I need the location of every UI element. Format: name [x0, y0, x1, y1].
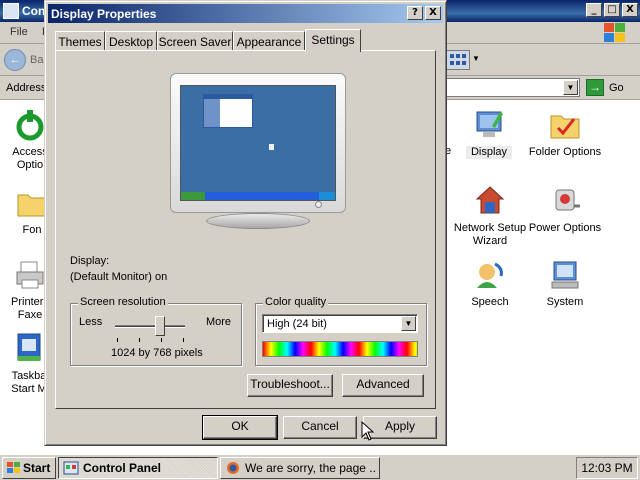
power-options-icon [548, 184, 582, 218]
taskbar-item-browser[interactable]: We are sorry, the page ... [220, 457, 380, 479]
taskbar-item-control-panel[interactable]: Control Panel [58, 457, 218, 479]
back-arrow-icon[interactable]: ← [4, 49, 26, 71]
more-label: More [205, 316, 231, 328]
cp-item-speech[interactable]: Speech [470, 258, 510, 309]
preview-taskbar [181, 192, 335, 200]
network-setup-icon [473, 184, 507, 218]
go-button[interactable]: → Go [584, 78, 636, 98]
preview-window [203, 94, 253, 128]
cp-item-display[interactable]: Display [466, 108, 512, 159]
help-button[interactable]: ? [407, 6, 423, 20]
desktop-preview [180, 85, 336, 201]
folder-options-icon [548, 108, 582, 142]
minimize-button[interactable]: _ [586, 3, 602, 17]
taskbar-item-label: We are sorry, the page ... [245, 461, 377, 475]
windows-logo-icon [7, 462, 21, 474]
views-grid-icon[interactable] [446, 50, 470, 70]
monitor-power-icon [315, 201, 322, 208]
cp-item-system[interactable]: System [545, 258, 585, 309]
resolution-slider-track[interactable] [115, 325, 185, 328]
dialog-titlebar[interactable]: Display Properties ? X [48, 4, 443, 23]
cp-item-folder-options[interactable]: Folder Options [527, 108, 603, 159]
dialog-close-button[interactable]: X [425, 6, 441, 20]
clock[interactable]: 12:03 PM [576, 457, 638, 479]
display-icon [472, 108, 506, 142]
tab-settings[interactable]: Settings [305, 29, 361, 52]
monitor-preview [170, 73, 346, 233]
ok-button[interactable]: OK [202, 415, 278, 440]
preview-cursor-icon [269, 144, 274, 150]
firefox-icon [227, 462, 239, 474]
cp-item-label: System [546, 296, 584, 308]
cp-item-power-options[interactable]: Power Options [528, 184, 602, 235]
cp-item-label: Display [466, 146, 512, 159]
color-quality-group: Color quality High (24 bit) ▼ [255, 296, 427, 366]
back-button-label[interactable]: Ba [30, 54, 43, 66]
taskbar-icon [12, 332, 46, 366]
tab-appearance[interactable]: Appearance [233, 31, 305, 51]
taskbar-item-label: Control Panel [83, 461, 162, 475]
color-quality-legend: Color quality [263, 296, 329, 308]
display-properties-dialog: Display Properties ? X Themes Desktop Sc… [44, 0, 447, 446]
color-quality-value: High (24 bit) [267, 318, 327, 330]
cp-item-label: Power Options [528, 222, 602, 234]
maximize-button[interactable]: □ [604, 3, 620, 17]
views-dropdown-arrow-icon[interactable]: ▼ [472, 54, 480, 63]
tab-screen-saver[interactable]: Screen Saver [157, 31, 233, 51]
mouse-cursor-icon [361, 421, 375, 441]
color-quality-select[interactable]: High (24 bit) ▼ [262, 314, 418, 333]
system-icon [548, 258, 582, 292]
windows-logo-icon [602, 22, 628, 43]
resolution-slider-thumb[interactable] [155, 316, 165, 336]
go-label: Go [609, 82, 624, 94]
screen-resolution-legend: Screen resolution [78, 296, 168, 308]
menu-file[interactable]: File [10, 26, 28, 38]
less-label: Less [79, 316, 103, 328]
monitor-stand [206, 213, 310, 229]
cp-item-label: Speech [471, 296, 509, 308]
close-button[interactable]: X [622, 3, 638, 17]
troubleshoot-button[interactable]: Troubleshoot... [247, 374, 333, 397]
dialog-title: Display Properties [51, 7, 157, 21]
taskbar: Start Control Panel We are sorry, the pa… [0, 454, 640, 480]
start-button[interactable]: Start [2, 457, 56, 479]
start-label: Start [23, 461, 51, 475]
settings-tab-panel: Display: (Default Monitor) on Screen res… [55, 50, 436, 409]
cp-item-label: Folder Options [528, 146, 602, 158]
color-spectrum-bar [262, 341, 418, 357]
printers-icon [13, 258, 47, 292]
go-arrow-icon: → [586, 79, 604, 96]
control-panel-icon [63, 461, 79, 475]
display-label: Display: [70, 255, 110, 267]
screen-resolution-group: Screen resolution Less More 1024 by 768 … [70, 296, 242, 366]
accessibility-icon [13, 108, 47, 142]
advanced-button[interactable]: Advanced [342, 374, 424, 397]
chevron-down-icon[interactable]: ▼ [401, 316, 416, 331]
cp-item-label: Network Setup [453, 222, 527, 234]
tab-themes[interactable]: Themes [55, 31, 105, 51]
address-input[interactable]: ▼ [446, 78, 580, 97]
address-dropdown-arrow-icon[interactable]: ▼ [563, 80, 578, 95]
address-label: Address [6, 82, 47, 94]
tab-desktop[interactable]: Desktop [105, 31, 157, 51]
cp-item-network-setup[interactable]: Network Setup Wizard [452, 184, 528, 248]
speech-icon [473, 258, 507, 292]
monitor-bezel [170, 73, 346, 213]
control-panel-icon [3, 3, 19, 19]
cp-item-label: Wizard [472, 235, 508, 247]
display-value: (Default Monitor) on [70, 271, 168, 283]
cancel-button[interactable]: Cancel [283, 416, 357, 439]
resolution-value: 1024 by 768 pixels [111, 347, 203, 359]
